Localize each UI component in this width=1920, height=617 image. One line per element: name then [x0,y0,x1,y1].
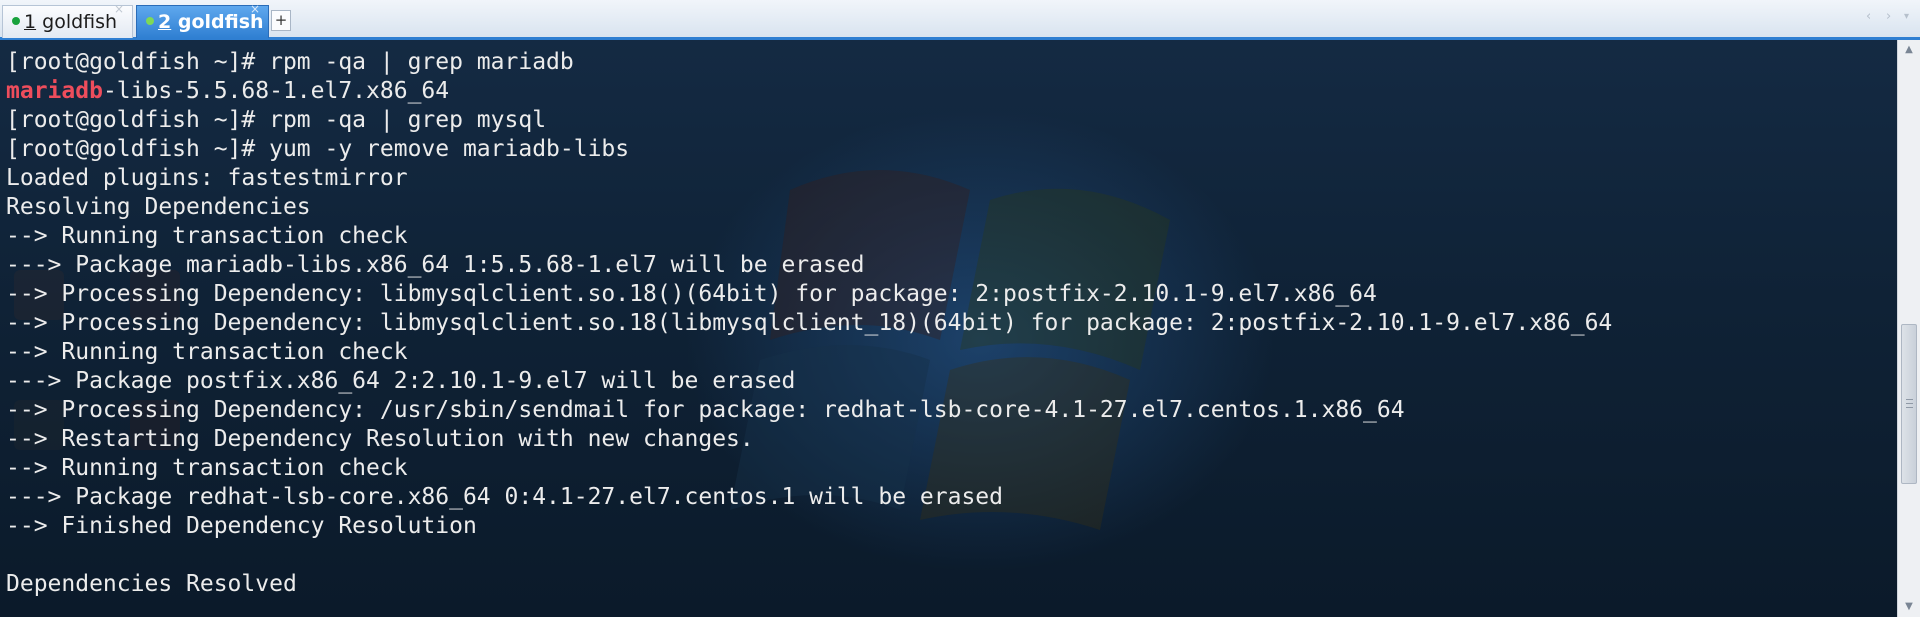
terminal-line-text: --> Restarting Dependency Resolution wit… [6,426,754,452]
scroll-down-icon[interactable]: ▼ [1898,597,1920,617]
connection-status-icon [12,17,20,25]
terminal-line-text: ---> Package redhat-lsb-core.x86_64 0:4.… [6,484,1003,510]
tab-number: 1 [24,11,37,33]
terminal-line: mariadb-libs-5.5.68-1.el7.x86_64 [6,77,1612,106]
grip-line [1906,407,1913,408]
terminal-line-text: Dependencies Resolved [6,571,297,597]
terminal-line: [root@goldfish ~]# rpm -qa | grep mariad… [6,48,1612,77]
terminal-line-text: --> Running transaction check [6,223,408,249]
tab-scroll-left-icon[interactable]: ‹ [1866,9,1871,24]
connection-status-icon [146,17,154,25]
terminal-line: [root@goldfish ~]# rpm -qa | grep mysql [6,106,1612,135]
terminal-line: Dependencies Resolved [6,570,1612,599]
terminal-line-text: --> Finished Dependency Resolution [6,513,477,539]
grep-match-highlight: mariadb [6,78,103,104]
terminal-line: --> Running transaction check [6,454,1612,483]
terminal-window: 1 goldfish × 2 goldfish × + ‹ › ▾ [root@… [0,0,1920,617]
grip-line [1906,403,1913,404]
scroll-up-icon[interactable]: ▲ [1898,40,1920,60]
terminal-text: [root@goldfish ~]# rpm -qa | grep mariad… [6,48,1612,599]
terminal-line-text: --> Running transaction check [6,339,408,365]
terminal-line: ---> Package postfix.x86_64 2:2.10.1-9.e… [6,367,1612,396]
terminal-line: --> Running transaction check [6,338,1612,367]
terminal-line: --> Processing Dependency: libmysqlclien… [6,309,1612,338]
terminal-line-text: --> Processing Dependency: libmysqlclien… [6,310,1613,336]
terminal-line-text: Loaded plugins: fastestmirror [6,165,408,191]
terminal-line-text: --> Running transaction check [6,455,408,481]
terminal-line-text: --> Processing Dependency: /usr/sbin/sen… [6,397,1405,423]
terminal-line-text: [root@goldfish ~]# rpm -qa | grep mysql [6,107,547,133]
terminal-line: Loaded plugins: fastestmirror [6,164,1612,193]
session-tab-bar: 1 goldfish × 2 goldfish × + ‹ › ▾ [0,0,1920,40]
tab-label: goldfish [36,11,118,33]
terminal-line: --> Restarting Dependency Resolution wit… [6,425,1612,454]
terminal-line-text: [root@goldfish ~]# rpm -qa | grep mariad… [6,49,574,75]
terminal-line: [root@goldfish ~]# yum -y remove mariadb… [6,135,1612,164]
terminal-line-text: [root@goldfish ~]# yum -y remove mariadb… [6,136,630,162]
terminal-line-text: -libs-5.5.68-1.el7.x86_64 [102,78,450,104]
close-tab-icon[interactable]: × [114,0,124,19]
tab-session-1[interactable]: 1 goldfish × [2,2,133,38]
terminal-line: --> Finished Dependency Resolution [6,512,1612,541]
terminal-line: --> Running transaction check [6,222,1612,251]
terminal-line-text: --> Processing Dependency: libmysqlclien… [6,281,1377,307]
terminal-line-text: ---> Package mariadb-libs.x86_64 1:5.5.6… [6,252,865,278]
terminal-line: Resolving Dependencies [6,193,1612,222]
tab-session-2[interactable]: 2 goldfish × [136,2,269,38]
terminal-output[interactable]: [root@goldfish ~]# rpm -qa | grep mariad… [0,40,1897,617]
vertical-scrollbar[interactable]: ▲ ▼ [1897,40,1920,617]
tab-number: 2 [158,11,172,33]
terminal-line-text: ---> Package postfix.x86_64 2:2.10.1-9.e… [6,368,796,394]
grip-line [1906,399,1913,400]
terminal-line: ---> Package redhat-lsb-core.x86_64 0:4.… [6,483,1612,512]
tab-scroll-right-icon[interactable]: › [1886,9,1891,24]
new-tab-button[interactable]: + [271,10,291,31]
scrollbar-thumb[interactable] [1901,324,1917,484]
close-tab-icon[interactable]: × [250,0,260,19]
terminal-line: --> Processing Dependency: libmysqlclien… [6,280,1612,309]
tab-list-menu-icon[interactable]: ▾ [1904,11,1909,22]
terminal-line: ---> Package mariadb-libs.x86_64 1:5.5.6… [6,251,1612,280]
terminal-line-text: Resolving Dependencies [6,194,311,220]
terminal-line: --> Processing Dependency: /usr/sbin/sen… [6,396,1612,425]
